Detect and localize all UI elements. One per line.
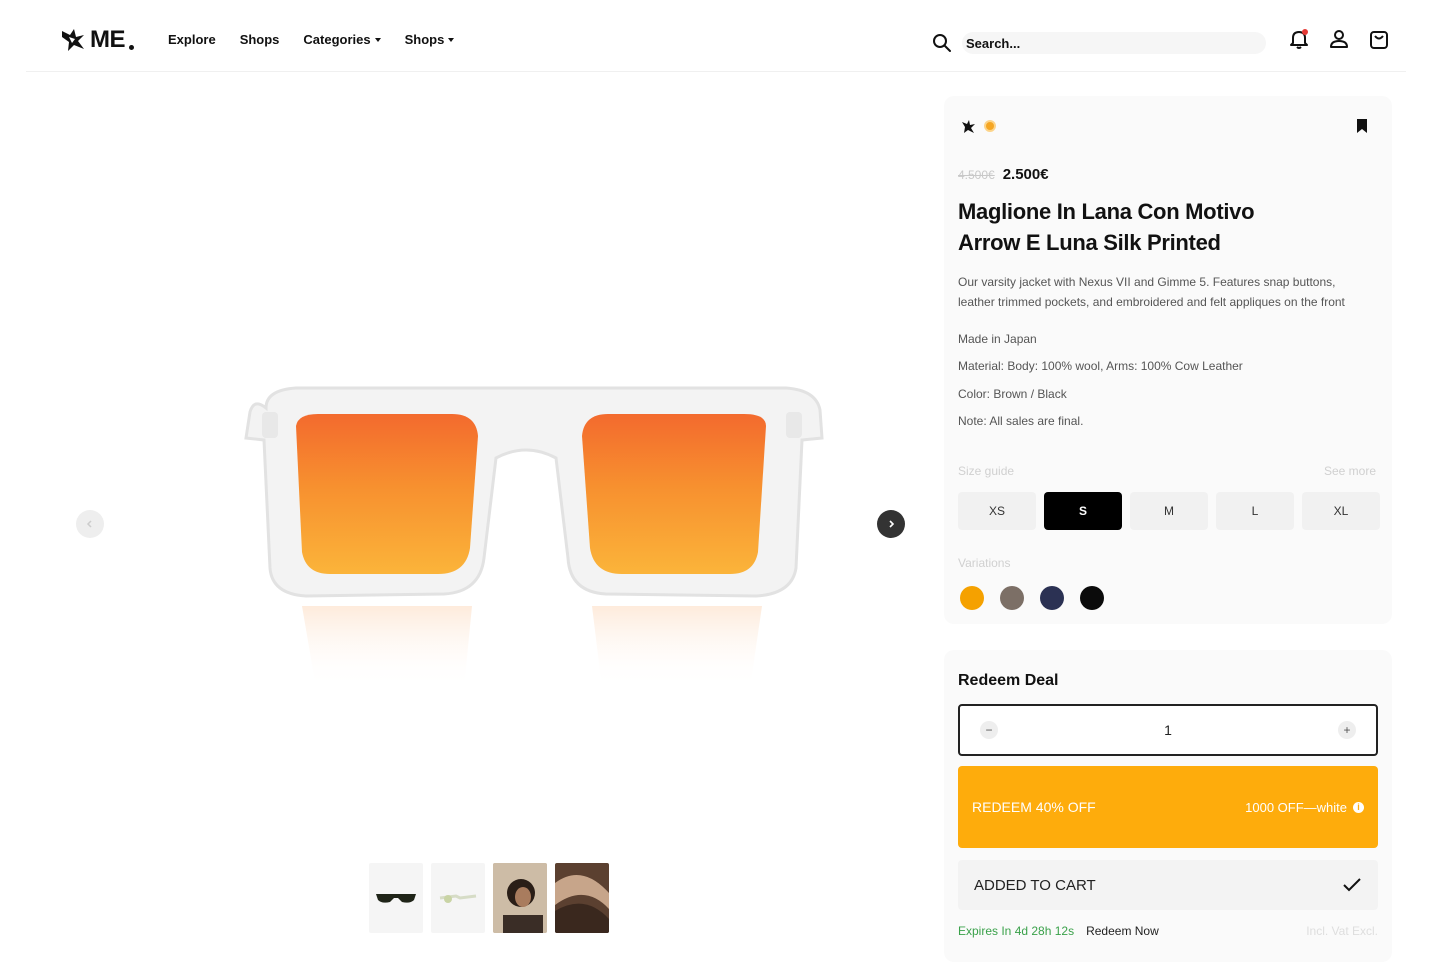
- deal-footer: Expires In 4d 28h 12s Redeem Now Incl. V…: [958, 924, 1378, 938]
- nav-label: Categories: [303, 32, 371, 47]
- top-nav: ME Explore Shops Categories Shops: [26, 8, 1406, 72]
- prev-image-button[interactable]: [76, 510, 104, 538]
- product-origin: Made in Japan: [958, 332, 1037, 346]
- logo-mark-icon: [62, 29, 84, 51]
- size-guide-link[interactable]: Size guide: [958, 464, 1014, 478]
- logo-text: ME: [90, 26, 126, 53]
- user-icon[interactable]: [1328, 28, 1350, 50]
- next-image-button[interactable]: [877, 510, 905, 538]
- size-option-xl[interactable]: XL: [1302, 492, 1380, 530]
- nav-label: Shops: [239, 32, 280, 47]
- seller-logo-icon[interactable]: [960, 118, 976, 134]
- color-variations: [960, 586, 1104, 610]
- chevron-right-icon: [889, 520, 895, 528]
- product-description: Our varsity jacket with Nexus VII and Gi…: [958, 275, 1345, 309]
- expiry-countdown: Expires In 4d 28h 12s: [958, 924, 1075, 938]
- quantity-stepper: − 1 +: [958, 704, 1378, 756]
- price-row: 4.500€ 2.500€: [958, 166, 1049, 183]
- redeem-now-link[interactable]: Redeem Now: [1086, 924, 1159, 938]
- bell-icon[interactable]: [1288, 28, 1310, 50]
- see-more-link[interactable]: See more: [1324, 464, 1376, 478]
- chevron-left-icon: [86, 520, 92, 528]
- product-color: Color: Brown / Black: [958, 387, 1067, 401]
- page: ME Explore Shops Categories Shops Search…: [26, 8, 1430, 968]
- redeem-button[interactable]: REDEEM 40% OFF 1000 OFF—white i: [958, 766, 1378, 848]
- swatch-orange[interactable]: [960, 586, 984, 610]
- search-icon[interactable]: [932, 33, 952, 53]
- seller-badges: [960, 118, 996, 134]
- chevron-down-icon: [374, 37, 381, 42]
- thumbnail-strip: [369, 863, 609, 933]
- swatch-navy[interactable]: [1040, 586, 1064, 610]
- thumbnail-portrait[interactable]: [493, 863, 547, 933]
- decrement-button[interactable]: −: [980, 721, 998, 739]
- search-bar: [932, 30, 1266, 56]
- quantity-value[interactable]: 1: [1164, 722, 1172, 738]
- nav-shops[interactable]: Shops: [240, 32, 280, 47]
- size-selector: XS S M L XL: [958, 492, 1380, 530]
- check-icon: [1343, 878, 1361, 892]
- size-header: Size guide See more: [958, 464, 1376, 478]
- deal-title: Redeem Deal: [958, 672, 1059, 689]
- nav-explore[interactable]: Explore: [168, 32, 216, 47]
- redeem-detail-text: 1000 OFF—white: [1245, 799, 1347, 815]
- bag-icon[interactable]: [1368, 28, 1390, 50]
- thumbnail-dark-sunglasses[interactable]: [369, 863, 423, 933]
- swatch-black[interactable]: [1080, 586, 1104, 610]
- redeem-deal-card: Redeem Deal − 1 + REDEEM 40% OFF 1000 OF…: [944, 650, 1392, 962]
- sale-price: 2.500€: [1002, 166, 1049, 183]
- redeem-detail: 1000 OFF—white i: [1245, 800, 1364, 815]
- size-option-xs[interactable]: XS: [958, 492, 1036, 530]
- logo-dot: [129, 44, 134, 50]
- chevron-down-icon: [448, 37, 455, 42]
- product-image: [244, 386, 824, 688]
- verified-badge-icon: [984, 120, 996, 132]
- thumbnail-hair[interactable]: [555, 863, 609, 933]
- header-actions: [1288, 28, 1390, 50]
- nav-label: Explore: [168, 32, 216, 47]
- cart-label: ADDED TO CART: [974, 876, 1096, 894]
- nav-shops-dropdown[interactable]: Shops: [405, 32, 455, 47]
- main-nav: Explore Shops Categories Shops: [168, 32, 455, 47]
- nav-categories[interactable]: Categories: [303, 32, 381, 47]
- size-option-l[interactable]: L: [1216, 492, 1294, 530]
- size-option-s[interactable]: S: [1044, 492, 1122, 530]
- redeem-label: REDEEM 40% OFF: [972, 799, 1096, 815]
- search-input[interactable]: [966, 35, 1266, 51]
- logo[interactable]: ME: [60, 26, 134, 54]
- tax-note: Incl. Vat Excl.: [1306, 924, 1378, 938]
- added-to-cart-button[interactable]: ADDED TO CART: [958, 860, 1378, 910]
- increment-button[interactable]: +: [1337, 721, 1356, 739]
- swatch-taupe[interactable]: [1000, 586, 1024, 610]
- search-field: [962, 32, 1266, 54]
- size-option-m[interactable]: M: [1130, 492, 1208, 530]
- product-note: Note: All sales are final.: [958, 414, 1084, 428]
- original-price: 4.500€: [958, 168, 995, 182]
- nav-label: Shops: [404, 32, 445, 47]
- thumbnail-clear-sunglasses[interactable]: [431, 863, 485, 933]
- product-info-card: 4.500€ 2.500€ Maglione In Lana Con Motiv…: [944, 96, 1392, 624]
- product-title: Maglione In Lana Con Motivo Arrow E Luna…: [958, 199, 1255, 255]
- product-material: Material: Body: 100% wool, Arms: 100% Co…: [958, 359, 1243, 373]
- info-icon[interactable]: i: [1353, 801, 1364, 813]
- bookmark-icon[interactable]: [1356, 118, 1368, 134]
- variations-label: Variations: [958, 556, 1011, 570]
